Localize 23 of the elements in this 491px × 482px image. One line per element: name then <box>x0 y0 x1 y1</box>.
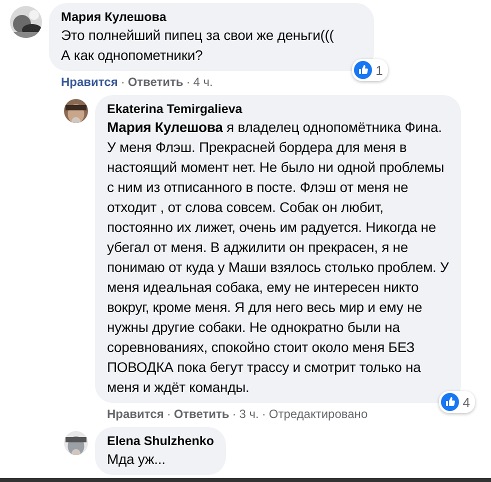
reply-link[interactable]: Ответить <box>128 74 184 90</box>
author-name[interactable]: Мария Кулешова <box>61 9 334 25</box>
author-name[interactable]: Elena Shulzhenko <box>107 433 214 449</box>
reply-link[interactable]: Ответить <box>174 406 230 422</box>
author-name[interactable]: Ekaterina Temirgalieva <box>107 101 449 117</box>
separator-dot: · <box>120 74 125 90</box>
comment-time[interactable]: 4 ч. <box>193 74 213 90</box>
reaction-count: 1 <box>376 62 383 78</box>
comment-time[interactable]: 3 ч. <box>239 406 259 422</box>
separator-dot: · <box>186 74 190 90</box>
separator-dot: · <box>262 406 266 422</box>
reaction-badge[interactable]: 4 <box>438 391 475 413</box>
comment-text: Это полнейший пипец за свои же деньги((( А как однопометники? <box>61 26 334 65</box>
separator-dot: · <box>166 406 171 422</box>
reaction-badge[interactable]: 1 <box>352 59 388 81</box>
reaction-count: 4 <box>462 394 470 410</box>
like-link[interactable]: Нравится <box>61 74 118 90</box>
thumbs-up-icon <box>354 61 372 79</box>
like-link[interactable]: Нравится <box>107 406 164 422</box>
edited-label: Отредактировано <box>268 406 368 422</box>
comment-text: Мда уж... <box>107 450 166 469</box>
separator-dot: · <box>232 406 236 422</box>
thumbs-up-icon <box>440 393 459 411</box>
